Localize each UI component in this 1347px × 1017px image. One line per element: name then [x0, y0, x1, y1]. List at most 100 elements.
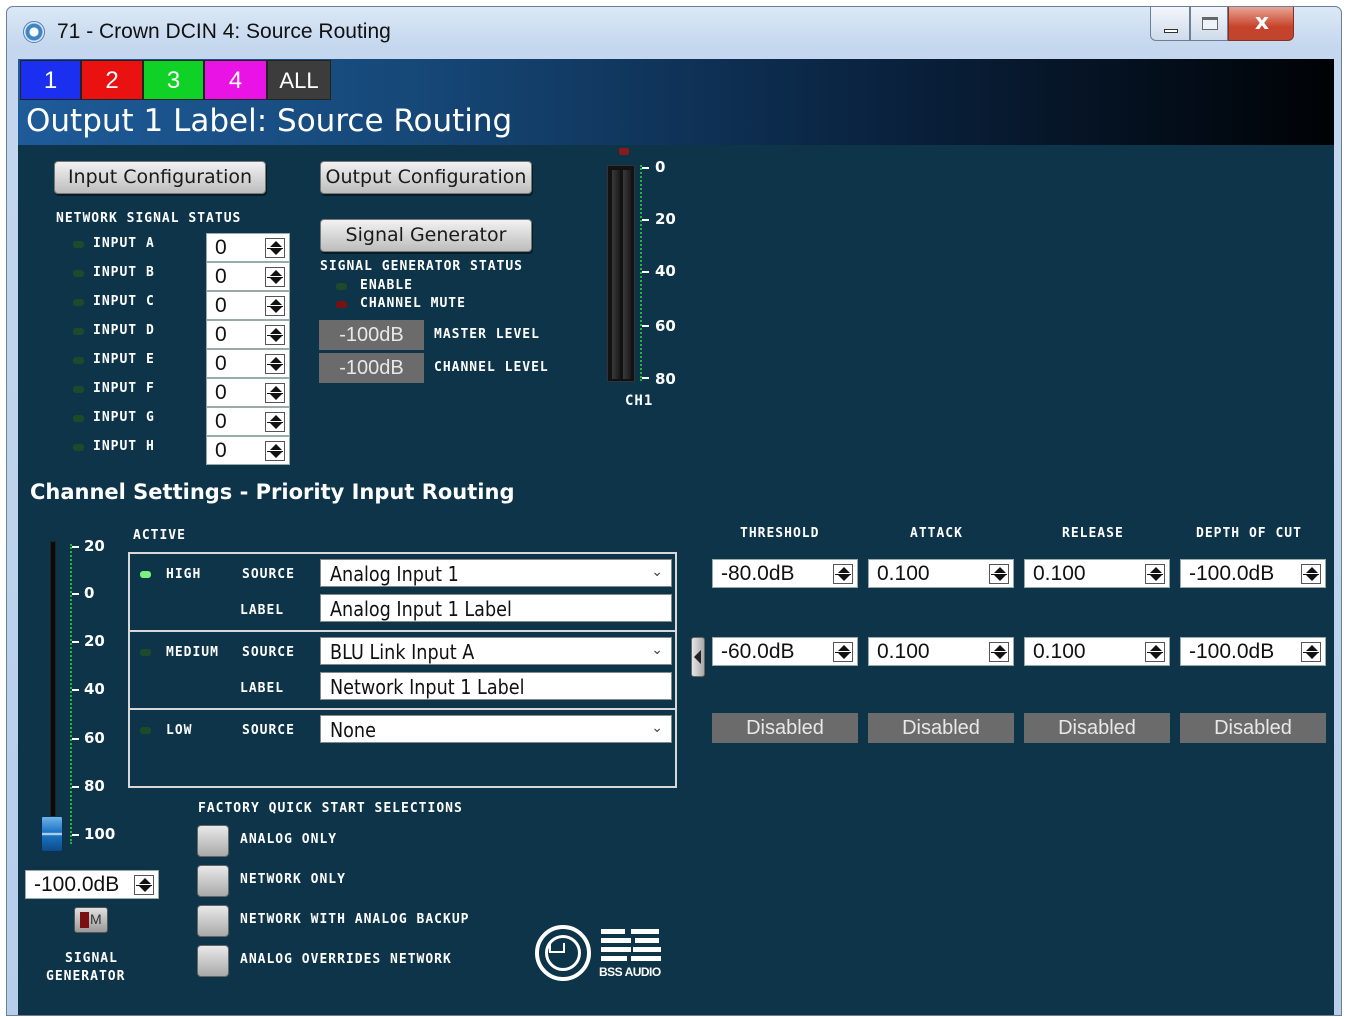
close-button[interactable]: x — [1228, 7, 1294, 41]
medium-source-label: SOURCE — [242, 645, 295, 660]
high-source-select[interactable]: Analog Input 1 ⌄ — [320, 559, 672, 587]
high-dynamics-stepper[interactable]: -80.0dB — [712, 559, 858, 588]
spin-arrows-icon[interactable] — [1301, 642, 1321, 662]
spin-arrows-icon[interactable] — [265, 412, 285, 432]
spin-arrows-icon[interactable] — [265, 296, 285, 316]
meter-tick-label: 60 — [655, 317, 676, 335]
fader-track — [50, 541, 56, 851]
tab-channel-2[interactable]: 2 — [81, 60, 143, 100]
analog-only-button[interactable] — [197, 825, 229, 857]
input-status-label: INPUT G — [93, 410, 155, 425]
signal-generator-fader-handle[interactable] — [41, 816, 63, 852]
tab-channel-4[interactable]: 4 — [204, 60, 267, 100]
minimize-icon — [1164, 29, 1178, 33]
maximize-button[interactable] — [1190, 7, 1228, 41]
input-status-stepper[interactable]: 0 — [206, 436, 290, 465]
input-status-led — [73, 386, 84, 393]
medium-dynamics-stepper[interactable]: 0.100 — [1024, 637, 1170, 666]
fader-value-stepper[interactable]: -100.0dB — [25, 870, 159, 899]
meter-tick-mark — [642, 377, 649, 379]
fader-tick-label: 20 — [84, 537, 105, 555]
medium-dynamics-stepper[interactable]: -60.0dB — [712, 637, 858, 666]
fader-tick-mark — [72, 593, 79, 595]
spin-arrows-icon[interactable] — [134, 875, 154, 895]
input-status-stepper[interactable]: 0 — [206, 262, 290, 291]
input-status-stepper[interactable]: 0 — [206, 291, 290, 320]
analog-overrides-network-label: ANALOG OVERRIDES NETWORK — [240, 952, 452, 967]
network-signal-status-heading: NETWORK SIGNAL STATUS — [56, 211, 242, 226]
dynamics-value: -60.0dB — [721, 640, 795, 663]
meter-channel-label: CH1 — [625, 393, 654, 409]
medium-label-value: Network Input 1 Label — [330, 675, 525, 699]
spin-arrows-icon[interactable] — [1145, 564, 1165, 584]
spin-arrows-icon[interactable] — [833, 564, 853, 584]
app-area: 1 2 3 4 ALL Output 1 Label: Source Routi… — [18, 59, 1334, 1015]
collapse-handle[interactable] — [691, 637, 705, 677]
input-status-stepper[interactable]: 0 — [206, 233, 290, 262]
mute-button[interactable]: M — [74, 907, 108, 933]
spin-arrows-icon[interactable] — [265, 325, 285, 345]
channel-level-value: -100dB — [319, 353, 424, 383]
dynamics-value: -80.0dB — [721, 562, 795, 585]
input-status-stepper[interactable]: 0 — [206, 378, 290, 407]
network-only-button[interactable] — [197, 865, 229, 897]
high-dynamics-stepper[interactable]: 0.100 — [1024, 559, 1170, 588]
high-active-led — [140, 571, 151, 578]
medium-label-field[interactable]: Network Input 1 Label — [320, 672, 672, 700]
master-level-label: MASTER LEVEL — [434, 327, 540, 342]
tab-channel-3[interactable]: 3 — [143, 60, 204, 100]
meter-tick-mark — [642, 325, 649, 327]
spin-arrows-icon[interactable] — [265, 354, 285, 374]
output-configuration-button[interactable]: Output Configuration — [320, 161, 532, 194]
signal-generator-button[interactable]: Signal Generator — [320, 219, 532, 252]
fader-label-line2: GENERATOR — [46, 969, 126, 984]
medium-dynamics-stepper[interactable]: 0.100 — [868, 637, 1014, 666]
high-dynamics-stepper[interactable]: 0.100 — [868, 559, 1014, 588]
title-bar: 71 - Crown DCIN 4: Source Routing x — [7, 7, 1341, 59]
input-status-stepper[interactable]: 0 — [206, 407, 290, 436]
high-label-field[interactable]: Analog Input 1 Label — [320, 594, 672, 622]
spin-arrows-icon[interactable] — [265, 238, 285, 258]
spin-arrows-icon[interactable] — [1145, 642, 1165, 662]
network-with-analog-backup-button[interactable] — [197, 905, 229, 937]
high-dynamics-stepper[interactable]: -100.0dB — [1180, 559, 1326, 588]
spin-arrows-icon[interactable] — [833, 642, 853, 662]
spin-arrows-icon[interactable] — [265, 441, 285, 461]
master-level-value: -100dB — [319, 320, 424, 350]
medium-dynamics-stepper[interactable]: -100.0dB — [1180, 637, 1326, 666]
input-status-stepper[interactable]: 0 — [206, 320, 290, 349]
analog-overrides-network-button[interactable] — [197, 945, 229, 977]
fader-tick-mark — [72, 786, 79, 788]
input-status-value: 0 — [215, 236, 227, 259]
medium-source-select[interactable]: BLU Link Input A ⌄ — [320, 637, 672, 665]
input-status-stepper[interactable]: 0 — [206, 349, 290, 378]
spin-arrows-icon[interactable] — [265, 383, 285, 403]
input-status-led — [73, 444, 84, 451]
input-status-value: 0 — [215, 323, 227, 346]
quick-start-heading: FACTORY QUICK START SELECTIONS — [198, 801, 463, 816]
high-label-value: Analog Input 1 Label — [330, 597, 512, 621]
low-priority-label: LOW — [166, 723, 193, 738]
spin-arrows-icon[interactable] — [265, 267, 285, 287]
meter-tick-label: 0 — [655, 158, 666, 176]
input-status-value: 0 — [215, 439, 227, 462]
input-configuration-button[interactable]: Input Configuration — [54, 161, 266, 194]
chevron-left-icon — [694, 650, 701, 664]
spin-arrows-icon[interactable] — [1301, 564, 1321, 584]
meter-tick-label: 20 — [655, 210, 676, 228]
spin-arrows-icon[interactable] — [989, 642, 1009, 662]
spin-arrows-icon[interactable] — [989, 564, 1009, 584]
input-status-led — [73, 241, 84, 248]
low-dynamics-disabled: Disabled — [1024, 713, 1170, 743]
fader-tick-label: 40 — [84, 680, 105, 698]
network-only-label: NETWORK ONLY — [240, 872, 346, 887]
fader-label-line1: SIGNAL — [65, 951, 118, 966]
low-dynamics-disabled: Disabled — [1180, 713, 1326, 743]
low-source-select[interactable]: None ⌄ — [320, 715, 672, 743]
dynamics-value: -100.0dB — [1189, 640, 1275, 663]
tab-channel-1[interactable]: 1 — [20, 60, 81, 100]
high-label-label: LABEL — [240, 603, 285, 618]
tab-channel-all[interactable]: ALL — [267, 60, 331, 100]
meter-tick-mark — [642, 167, 649, 169]
minimize-button[interactable] — [1150, 7, 1190, 41]
